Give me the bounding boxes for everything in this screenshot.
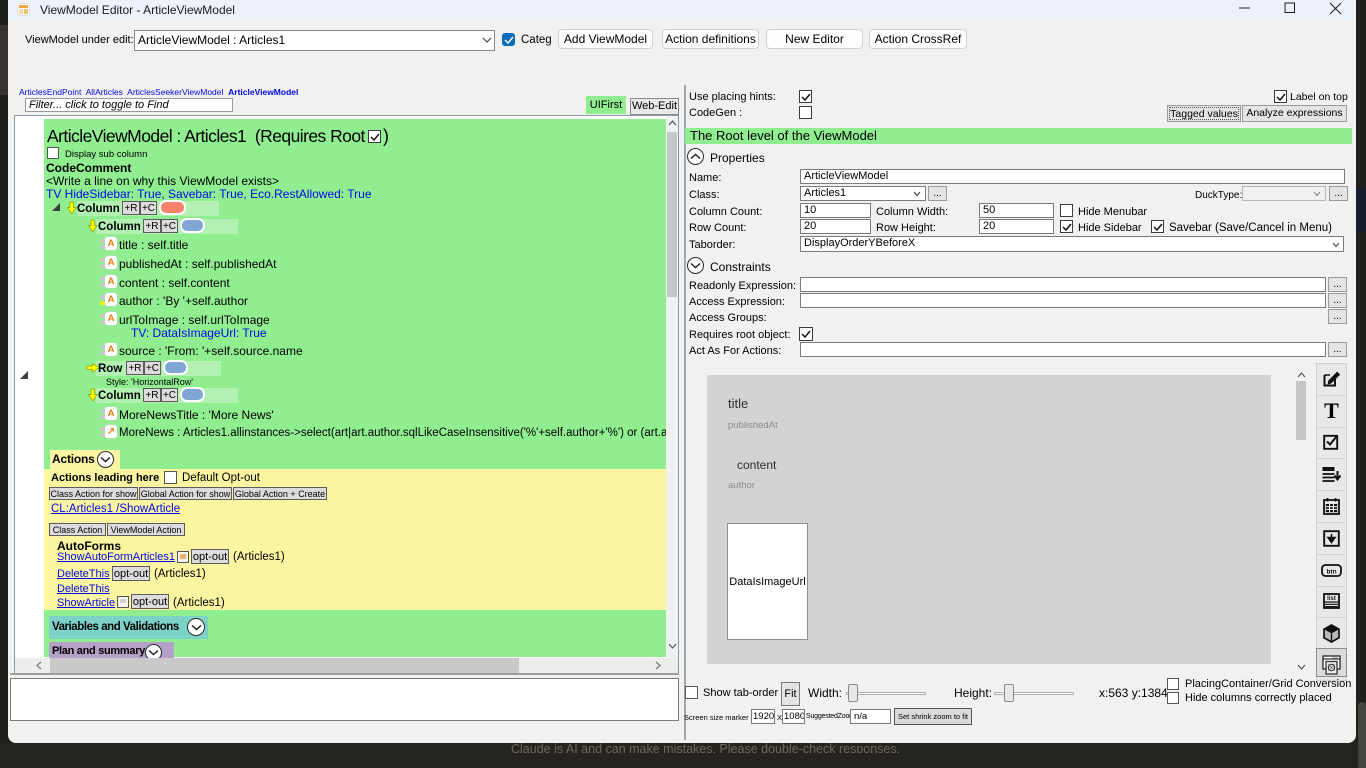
svg-text:btn: btn (1326, 568, 1336, 575)
svg-text:list: list (1327, 596, 1336, 602)
